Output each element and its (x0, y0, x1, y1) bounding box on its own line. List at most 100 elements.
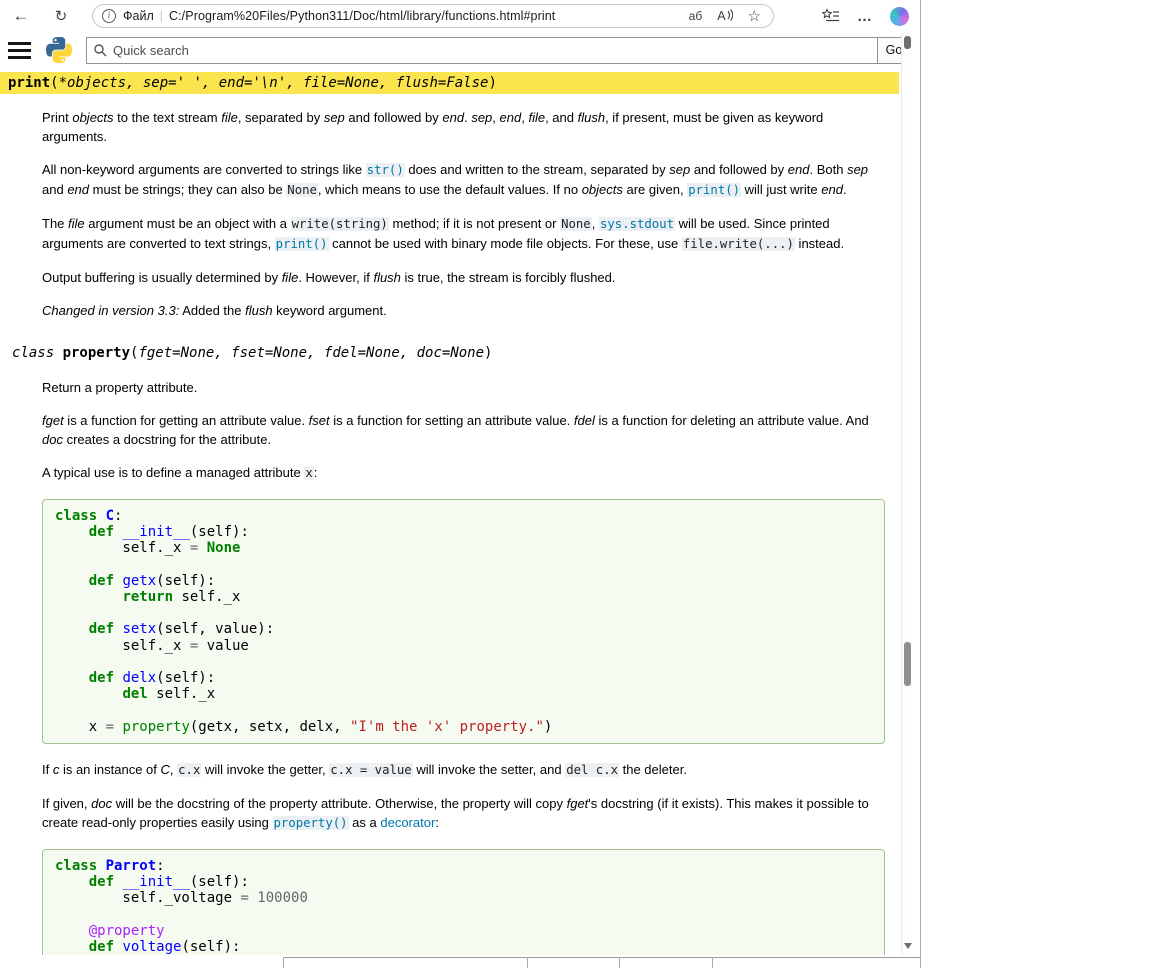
site-info-icon[interactable]: i (102, 9, 116, 23)
code-token (55, 589, 122, 605)
text-segment: file.write(...) (682, 237, 795, 251)
code-line (55, 557, 872, 573)
text-segment: , which means to use the default values.… (318, 182, 582, 197)
docs-search-bar: Go (0, 30, 921, 70)
text-segment: Changed in version 3.3: (42, 303, 179, 318)
address-bar[interactable]: i Файл | C:/Program%20Files/Python311/Do… (92, 4, 774, 28)
url-separator: | (160, 9, 163, 23)
code-line (55, 702, 872, 718)
menu-icon[interactable] (8, 36, 34, 65)
doc-paragraph: If given, doc will be the docstring of t… (42, 794, 890, 833)
text-segment: end (788, 162, 810, 177)
code-token (55, 524, 89, 540)
bottom-tick (619, 957, 620, 968)
code-line: def delx(self): (55, 670, 872, 686)
text-segment: flush (373, 270, 400, 285)
code-line: def getx(self): (55, 573, 872, 589)
text-segment: objects (582, 182, 623, 197)
text-segment: None (286, 183, 318, 197)
translate-icon[interactable]: аб (689, 9, 703, 23)
code-token: "I'm the 'x' property." (350, 719, 544, 735)
scrollbar-thumb[interactable] (904, 642, 911, 686)
text-segment: The (42, 216, 68, 231)
code-line: def __init__(self): (55, 874, 872, 890)
link[interactable]: print() (687, 183, 741, 197)
text-segment: is a function for setting an attribute v… (330, 413, 574, 428)
code-token (55, 670, 89, 686)
code-token: (self): (156, 573, 215, 589)
doc-paragraph: fget is a function for getting an attrib… (42, 411, 890, 449)
text-segment: file (282, 270, 299, 285)
scroll-up-button[interactable] (904, 36, 911, 49)
bottom-hline (283, 957, 920, 958)
link[interactable]: sys.stdout (599, 217, 675, 231)
text-segment: . However, if (298, 270, 373, 285)
text-segment: c.x (177, 763, 201, 777)
text-segment: keyword argument. (273, 303, 387, 318)
scrollbar[interactable] (901, 33, 912, 955)
read-aloud-icon[interactable]: A (717, 9, 732, 23)
property-signature: class property(fget=None, fset=None, fde… (0, 342, 901, 364)
text-segment: x (304, 466, 313, 480)
text-segment: : (435, 815, 439, 830)
code-token: self._x (181, 589, 240, 605)
favorites-icon[interactable] (822, 8, 840, 24)
link[interactable]: print() (275, 237, 329, 251)
window-right-border (920, 0, 921, 968)
code-line: self._x = None (55, 540, 872, 556)
link[interactable]: str() (366, 163, 405, 177)
back-icon[interactable]: ← (8, 4, 34, 28)
text-segment: property (63, 345, 130, 361)
code-token: = (190, 540, 207, 556)
text-segment: end (500, 110, 522, 125)
code-example-parrot: class Parrot: def __init__(self): self._… (42, 849, 885, 964)
code-token: value (207, 638, 249, 654)
doc-paragraph: Print objects to the text stream file, s… (42, 108, 890, 146)
code-token: self._x (55, 540, 190, 556)
address-bar-icons: аб A ☆ (689, 7, 761, 25)
text-segment: All non-keyword arguments are converted … (42, 162, 366, 177)
code-token: def (89, 939, 123, 955)
text-segment: will invoke the setter, and (413, 762, 565, 777)
bottom-tick (712, 957, 713, 968)
copilot-icon[interactable] (890, 7, 909, 26)
text-segment: , separated by (238, 110, 324, 125)
python-logo-icon[interactable] (46, 37, 72, 63)
code-token: self._x (55, 638, 190, 654)
doc-paragraph: Output buffering is usually determined b… (42, 268, 890, 287)
code-token (55, 686, 122, 702)
text-segment: file (221, 110, 238, 125)
text-segment: and (42, 182, 67, 197)
text-segment: , (492, 110, 499, 125)
text-segment: sep (471, 110, 492, 125)
code-token: : (156, 858, 164, 874)
code-example-property: class C: def __init__(self): self._x = N… (42, 499, 885, 744)
code-line: del self._x (55, 686, 872, 702)
favorite-star-icon[interactable]: ☆ (748, 7, 761, 25)
more-menu-icon[interactable]: … (857, 8, 873, 25)
text-segment: is a function for deleting an attribute … (595, 413, 869, 428)
code-token: Parrot (106, 858, 157, 874)
code-token: voltage (122, 939, 181, 955)
text-segment: C (161, 762, 170, 777)
code-line: x = property(getx, setx, delx, "I'm the … (55, 719, 872, 735)
text-segment: does and written to the stream, separate… (405, 162, 669, 177)
code-token: self._x (156, 686, 215, 702)
link[interactable]: decorator (380, 815, 435, 830)
text-segment: creates a docstring for the attribute. (63, 432, 271, 447)
text-segment: are given, (623, 182, 687, 197)
text-segment: c.x = value (329, 763, 412, 777)
code-token: def (89, 573, 123, 589)
code-token: 100000 (257, 890, 308, 906)
scroll-down-button[interactable] (904, 943, 912, 949)
code-token (55, 939, 89, 955)
code-token: (self): (181, 939, 240, 955)
code-line (55, 605, 872, 621)
code-token: ) (544, 719, 552, 735)
search-input[interactable] (86, 37, 877, 64)
refresh-icon[interactable]: ↻ (48, 4, 74, 28)
text-segment: sep (669, 162, 690, 177)
code-line: self._voltage = 100000 (55, 890, 872, 906)
text-segment: will invoke the getter, (201, 762, 329, 777)
link[interactable]: property() (273, 816, 349, 830)
